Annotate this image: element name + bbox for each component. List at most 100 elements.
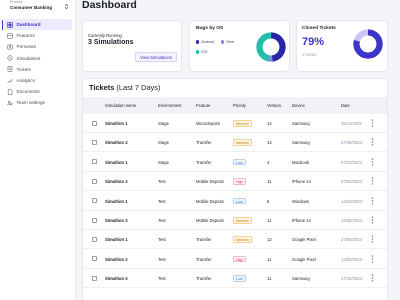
closed-percent: 79%	[302, 36, 325, 48]
row-checkbox[interactable]	[92, 139, 97, 145]
table-row[interactable]: Simultion 3 Test Mobile Deposit 11 iPhone 14…	[83, 211, 387, 230]
col-feature[interactable]: Feature	[196, 103, 210, 108]
col-simulation-name[interactable]: Simulation name	[105, 103, 136, 108]
more-options-icon[interactable]	[371, 177, 374, 185]
sidebar-item-tickets[interactable]: Tickets	[4, 64, 72, 75]
col-version[interactable]: Version	[267, 103, 281, 108]
row-checkbox[interactable]	[92, 217, 97, 223]
row-checkbox[interactable]	[92, 178, 97, 184]
more-options-icon[interactable]	[371, 216, 374, 224]
cell-device: iPhone 14	[292, 218, 311, 223]
cell-simulation-name: Simultion 2	[105, 140, 128, 146]
priority-badge: Medium	[233, 139, 252, 146]
tickets-period: (Last 7 Days)	[116, 83, 161, 92]
table-header: Simulation name Environment Feature Prio…	[83, 97, 387, 114]
cell-simulation-name: Simultion 1	[105, 121, 128, 126]
sidebar-nav: Dashboard Features Personas Simulations …	[4, 19, 72, 109]
priority-badge: Low	[233, 275, 246, 282]
cell-simulation-name: Simultion 2	[105, 256, 128, 262]
more-options-icon[interactable]	[371, 255, 374, 263]
closed-tickets-card: Closed Tickets 79% 174/220	[296, 20, 388, 72]
cell-environment: Test	[158, 179, 166, 185]
table-row[interactable]: Simultion 1 Test Mobile Deposit 5 Windows 14/…	[83, 192, 387, 211]
priority-badge: Low	[233, 197, 246, 205]
legend-label: Web	[226, 40, 234, 44]
sidebar-item-features[interactable]: Features	[4, 30, 72, 41]
table-row[interactable]: Simultion 1 Test Transfer 12 Google Pixel 27/…	[83, 230, 387, 250]
cell-environment: Stage	[158, 140, 169, 146]
simulations-icon	[7, 55, 13, 61]
sidebar-item-team-settings[interactable]: Team settings	[4, 97, 72, 108]
sidebar-item-label: Dashboard	[16, 22, 41, 28]
cell-feature: Transfer	[196, 140, 212, 146]
cell-date: 14/03/2024	[341, 198, 362, 204]
sidebar-item-analytics[interactable]: Analytics	[4, 75, 72, 86]
cell-version: 12	[267, 237, 272, 243]
cell-date: 13/02/2024	[341, 256, 362, 262]
cell-device: Windows	[292, 198, 309, 204]
more-options-icon[interactable]	[371, 235, 374, 244]
more-options-icon[interactable]	[371, 196, 374, 205]
row-checkbox[interactable]	[92, 159, 97, 165]
table-row[interactable]: Simultion 3 Test Transfer 11 Samsung 17/10/20…	[83, 269, 387, 289]
cell-version: 11	[267, 256, 272, 262]
cell-environment: Test	[158, 198, 166, 204]
cell-environment: Test	[158, 237, 166, 243]
cell-simulation-name: Simultion 1	[105, 198, 128, 204]
closed-donut-chart	[353, 29, 383, 59]
col-priority[interactable]: Priority	[233, 103, 246, 108]
cell-environment: Stage	[158, 159, 169, 165]
table-row[interactable]: Simultion 3 Test Mobile Deposit 11 iPhone 14…	[83, 172, 387, 192]
table-row[interactable]: Simultion 1 Stage Transfer 4 Macbook 07/02/20…	[83, 153, 387, 172]
cell-simulation-name: Simultion 3	[105, 179, 128, 185]
cell-simulation-name: Simultion 3	[105, 218, 128, 223]
priority-badge: Medium	[233, 120, 252, 127]
more-options-icon[interactable]	[371, 119, 374, 127]
col-device[interactable]: Device	[292, 103, 305, 108]
cell-version: 11	[267, 179, 272, 185]
sidebar-item-simulations[interactable]: Simulations	[4, 53, 72, 64]
table-row[interactable]: Simultion 2 Test Transfer 11 Google Pixel 13/…	[83, 250, 387, 269]
cell-simulation-name: Simultion 3	[105, 276, 128, 282]
table-row[interactable]: Simultion 1 Stage Microdeposit 14 Samsung 25/…	[83, 114, 387, 133]
legend-label: Android	[201, 40, 215, 44]
cell-device: Google Pixel	[292, 256, 316, 262]
chevron-updown-icon[interactable]	[63, 3, 70, 10]
row-checkbox[interactable]	[92, 236, 97, 242]
legend-item-web: Web	[221, 40, 234, 44]
cell-feature: Transfer	[196, 276, 212, 282]
cell-simulation-name: Simultion 1	[105, 159, 128, 165]
row-checkbox[interactable]	[92, 275, 97, 281]
cell-feature: Mobile Deposit	[196, 198, 224, 204]
row-checkbox[interactable]	[92, 198, 97, 204]
priority-badge: High	[233, 178, 247, 185]
more-options-icon[interactable]	[371, 138, 374, 147]
legend-item-android: Android	[196, 40, 214, 44]
more-options-icon[interactable]	[371, 158, 374, 166]
android-dot	[196, 40, 200, 44]
sidebar-item-dashboard[interactable]: Dashboard	[4, 19, 72, 31]
product-name: Consumer Banking	[10, 5, 53, 10]
bugs-by-os-card: Bugs by OS Android Web iOS	[189, 20, 290, 72]
page-title: Dashboard	[82, 0, 137, 11]
priority-badge: Medium	[233, 217, 252, 224]
col-environment[interactable]: Environment	[158, 103, 182, 108]
view-simulations-button[interactable]: View Simulations	[135, 52, 177, 62]
col-date[interactable]: Date	[341, 103, 350, 108]
sidebar-item-label: Tickets	[16, 66, 31, 72]
cell-date: 13/02/2024	[341, 218, 362, 223]
table-row[interactable]: Simultion 2 Stage Transfer 14 Samsung 27/09/2…	[83, 133, 387, 153]
cell-date: 27/09/2024	[341, 237, 362, 243]
sidebar-item-documents[interactable]: Documents	[4, 86, 72, 97]
row-checkbox[interactable]	[92, 120, 97, 126]
sidebar-item-personas[interactable]: Personas	[4, 41, 72, 52]
sidebar: Product Consumer Banking Dashboard Featu…	[0, 0, 76, 300]
product-selector[interactable]: Product Consumer Banking	[10, 0, 52, 11]
more-options-icon[interactable]	[371, 274, 374, 282]
priority-badge: Medium	[233, 236, 252, 243]
documents-icon	[7, 89, 13, 95]
tickets-heading: Tickets	[89, 83, 115, 92]
cell-device: Samsung	[292, 276, 310, 282]
row-checkbox[interactable]	[92, 256, 97, 262]
tickets-title: Tickets (Last 7 Days)	[89, 83, 160, 92]
